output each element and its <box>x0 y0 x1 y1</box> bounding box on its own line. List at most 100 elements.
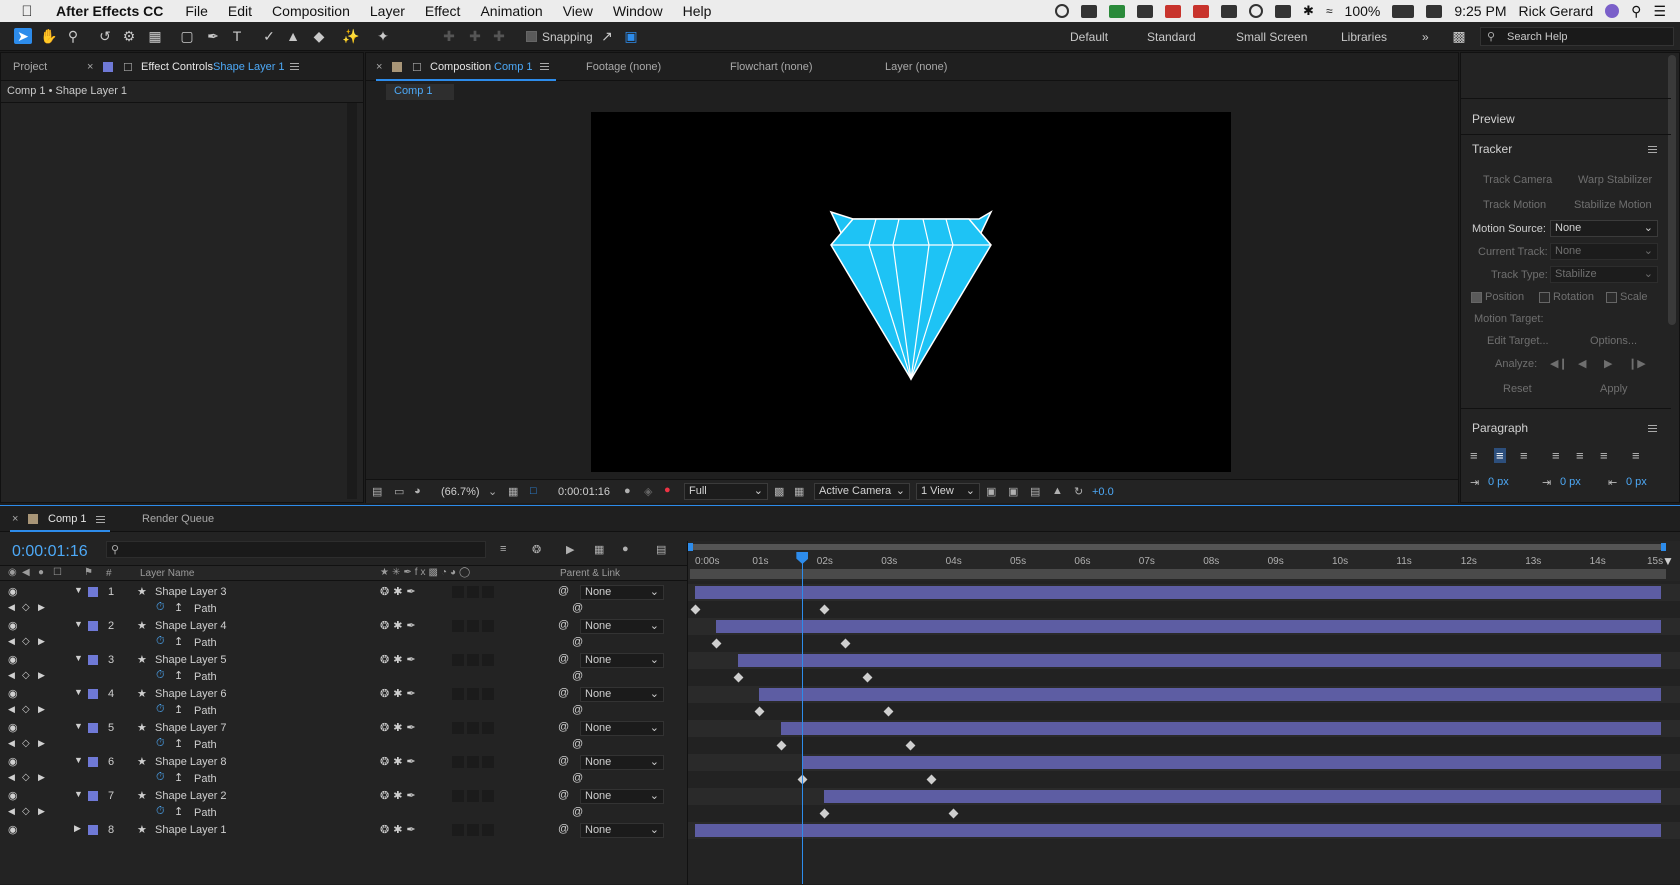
paragraph-menu-icon[interactable] <box>1648 425 1657 432</box>
options-button[interactable]: Options... <box>1590 335 1637 347</box>
twirl-arrow-icon[interactable]: ▼ <box>74 619 83 629</box>
parent-select[interactable]: None ⌄ <box>580 585 664 600</box>
layer-name[interactable]: Shape Layer 3 <box>155 586 227 598</box>
workspace-settings-icon[interactable]: ▩ <box>1450 28 1468 44</box>
eye-icon[interactable]: ◉ <box>8 687 18 700</box>
exposure-value[interactable]: +0.0 <box>1092 486 1114 498</box>
workspace-libraries[interactable]: Libraries <box>1341 30 1387 44</box>
eye-icon[interactable]: ◉ <box>8 823 18 836</box>
prev-keyframe-icon[interactable]: ◀ <box>8 772 15 783</box>
pick-whip-icon[interactable]: @ <box>558 619 569 631</box>
switch-box[interactable] <box>467 688 479 700</box>
justify-right-icon[interactable]: ≡ <box>1600 448 1608 463</box>
wifi-icon[interactable]: ≈ <box>1326 4 1333 18</box>
region-of-interest-icon[interactable]: □ <box>530 485 537 497</box>
prev-keyframe-icon[interactable]: ◀ <box>8 602 15 613</box>
timeline-icon[interactable]: ▤ <box>1030 485 1040 498</box>
draft-3d-icon[interactable]: ❂ <box>532 543 541 556</box>
layer-duration-bar[interactable] <box>759 688 1661 701</box>
notification-center-icon[interactable]: ☰ <box>1653 3 1666 20</box>
keyframe[interactable] <box>926 774 937 785</box>
timeline-scrollbar[interactable]: ▼ <box>1662 554 1678 568</box>
property-name[interactable]: Path <box>194 739 217 751</box>
twirl-arrow-icon[interactable]: ▼ <box>74 687 83 697</box>
fit-icon[interactable]: ▦ <box>508 485 518 498</box>
layer-name[interactable]: Shape Layer 2 <box>155 790 227 802</box>
parent-select[interactable]: None ⌄ <box>580 653 664 668</box>
eraser-tool-icon[interactable]: ◆ <box>310 28 328 44</box>
expression-pick-whip-icon[interactable]: @ <box>572 636 583 648</box>
composition-mini-flowchart-icon[interactable]: ≡ <box>500 543 506 555</box>
next-keyframe-icon[interactable]: ▶ <box>38 806 45 817</box>
snap-edges-icon[interactable]: ↗ <box>598 28 616 44</box>
prev-keyframe-icon[interactable]: ◀ <box>8 738 15 749</box>
work-area-bar[interactable] <box>690 544 1666 550</box>
expression-pick-whip-icon[interactable]: @ <box>572 602 583 614</box>
eye-icon[interactable]: ◉ <box>8 653 18 666</box>
paragraph-header[interactable]: Paragraph <box>1472 421 1528 435</box>
dropbox-icon[interactable] <box>1081 4 1098 18</box>
pick-whip-icon[interactable]: @ <box>558 789 569 801</box>
scale-checkbox[interactable] <box>1606 291 1617 303</box>
switch-box[interactable] <box>452 790 464 802</box>
expression-pick-whip-icon[interactable]: @ <box>572 704 583 716</box>
pick-whip-icon[interactable]: @ <box>558 687 569 699</box>
tab-render-queue[interactable]: Render Queue <box>142 513 214 525</box>
clone-stamp-tool-icon[interactable]: ▲ <box>284 28 302 44</box>
current-track-select[interactable]: None ⌄ <box>1550 243 1658 260</box>
battery-icon[interactable] <box>1392 4 1415 18</box>
layer-row[interactable]: ◉ ▼ 4 ★ Shape Layer 6 ❂✱✒ @ None ⌄ <box>0 686 688 703</box>
puppet-pin-tool-icon[interactable]: ✦ <box>374 28 392 44</box>
prev-keyframe-icon[interactable]: ◀ <box>8 704 15 715</box>
playhead-line[interactable] <box>802 555 804 884</box>
switches-icons[interactable]: ❂✱✒ <box>380 823 420 836</box>
position-option[interactable]: Position <box>1471 291 1524 303</box>
views-select[interactable]: 1 View ⌄ <box>916 483 980 500</box>
close-comp-icon[interactable]: × <box>376 61 382 73</box>
close-project-icon[interactable]: × <box>87 61 93 73</box>
switches-icons[interactable]: ❂✱✒ <box>380 585 420 598</box>
graph-icon[interactable]: ↥ <box>174 669 183 682</box>
monitor-icon[interactable]: ▭ <box>394 485 404 498</box>
menu-layer[interactable]: Layer <box>360 0 415 22</box>
switch-box[interactable] <box>482 586 494 598</box>
channels-icon[interactable]: ● <box>664 484 671 496</box>
add-keyframe-icon[interactable]: ◇ <box>22 704 30 715</box>
tab-footage[interactable]: Footage (none) <box>586 61 661 73</box>
switch-box[interactable] <box>482 756 494 768</box>
pixel-aspect-icon[interactable]: ▣ <box>986 485 996 498</box>
add-keyframe-icon[interactable]: ◇ <box>22 602 30 613</box>
rotation-option[interactable]: Rotation <box>1539 291 1594 303</box>
layer-name-header[interactable]: Layer Name <box>140 568 194 579</box>
switch-box[interactable] <box>467 586 479 598</box>
eye-icon[interactable]: ◉ <box>8 721 18 734</box>
switches-icons[interactable]: ❂✱✒ <box>380 619 420 632</box>
layer-row[interactable]: ◉ ▼ 3 ★ Shape Layer 5 ❂✱✒ @ None ⌄ <box>0 652 688 669</box>
twirl-arrow-icon[interactable]: ▼ <box>74 653 83 663</box>
brush-tool-icon[interactable]: ✓ <box>260 28 278 44</box>
motion-blur-icon[interactable]: ● <box>622 543 629 555</box>
layer-duration-bar[interactable] <box>802 756 1661 769</box>
next-keyframe-icon[interactable]: ▶ <box>38 670 45 681</box>
keyframe[interactable] <box>819 808 830 819</box>
spotlight-icon[interactable]: ⚲ <box>1631 3 1641 20</box>
twirl-arrow-icon[interactable]: ▼ <box>74 585 83 595</box>
add-keyframe-icon[interactable]: ◇ <box>22 738 30 749</box>
switch-box[interactable] <box>452 722 464 734</box>
parent-select[interactable]: None ⌄ <box>580 687 664 702</box>
layer-name[interactable]: Shape Layer 5 <box>155 654 227 666</box>
display-icon[interactable] <box>1221 4 1238 18</box>
analyze-back-icon[interactable]: ◀ <box>1578 357 1586 370</box>
tracker-header[interactable]: Tracker <box>1472 142 1512 156</box>
viewer-lock-icon[interactable]: ☐ <box>412 61 422 74</box>
pen-tool-icon[interactable]: ✒ <box>204 28 222 44</box>
keyframe[interactable] <box>711 638 722 649</box>
switches-icons[interactable]: ❂✱✒ <box>380 755 420 768</box>
tab-effect-target[interactable]: Shape Layer 1 <box>213 61 285 73</box>
twirl-arrow-icon[interactable]: ▶ <box>74 823 81 834</box>
rotate-tool-icon[interactable]: ↺ <box>96 28 114 44</box>
mask-visibility-icon[interactable]: ◕ <box>414 485 421 497</box>
add-keyframe-icon[interactable]: ◇ <box>22 670 30 681</box>
screen-mirror-icon[interactable] <box>1275 4 1292 18</box>
keyframe[interactable] <box>776 740 787 751</box>
